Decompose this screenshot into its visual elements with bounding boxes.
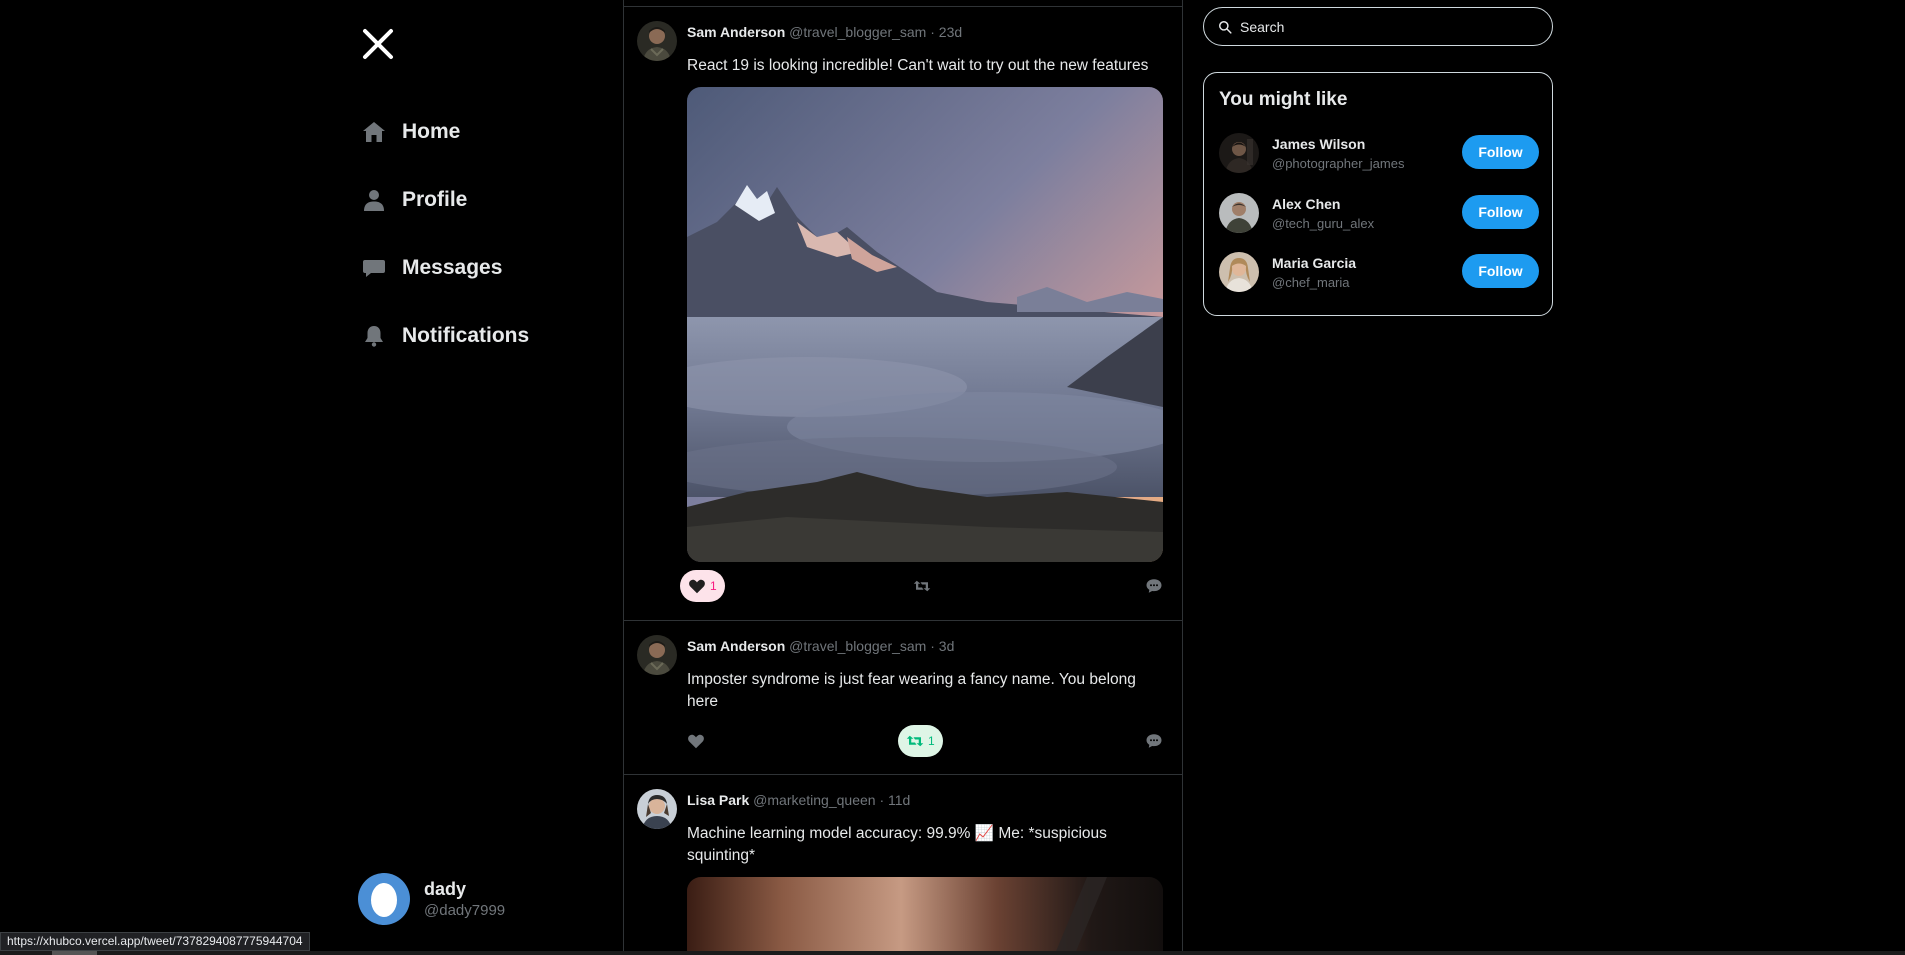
avatar: [358, 873, 410, 925]
like-button[interactable]: 1: [680, 570, 725, 602]
avatar[interactable]: [637, 21, 677, 61]
home-icon: [362, 117, 392, 147]
suggestion-item[interactable]: Maria Garcia @chef_maria Follow: [1219, 252, 1539, 296]
nav-label: Home: [402, 120, 461, 143]
suggestion-handle: @chef_maria: [1272, 275, 1350, 290]
retweet-button[interactable]: 1: [898, 725, 943, 757]
heart-icon: [688, 734, 704, 749]
separator: ·: [879, 792, 885, 808]
x-logo-icon[interactable]: [360, 26, 396, 62]
user-icon: [362, 185, 392, 215]
tweet-actions: 1: [680, 725, 1170, 757]
avatar[interactable]: [1219, 133, 1259, 173]
follow-button[interactable]: Follow: [1462, 195, 1539, 229]
left-sidebar: Home Profile Messages Notifications dady: [0, 0, 623, 955]
author-name[interactable]: Sam Anderson: [687, 24, 785, 40]
account-name: dady: [424, 879, 467, 899]
nav-item-notifications[interactable]: Notifications: [362, 302, 529, 370]
nav-label: Profile: [402, 188, 468, 211]
scrollbar-thumb[interactable]: [52, 951, 97, 955]
suggestion-handle: @tech_guru_alex: [1272, 216, 1375, 231]
tweet-card[interactable]: Sam Anderson @travel_blogger_sam · 3d Im…: [624, 621, 1182, 775]
avatar[interactable]: [1219, 193, 1259, 233]
suggestion-handle: @photographer_james: [1272, 156, 1405, 171]
tweet-image[interactable]: [687, 87, 1163, 562]
nav-label: Messages: [402, 256, 503, 279]
avatar[interactable]: [637, 789, 677, 829]
separator: ·: [930, 638, 935, 654]
timestamp[interactable]: 11d: [888, 792, 910, 808]
suggestion-name[interactable]: James Wilson: [1272, 136, 1365, 152]
tweet-text: Machine learning model accuracy: 99.9% 📈…: [687, 825, 1107, 864]
retweet-button[interactable]: [906, 570, 938, 602]
timestamp[interactable]: 23d: [939, 24, 962, 40]
comment-icon: [1146, 579, 1162, 593]
retweet-icon: [906, 735, 924, 747]
tweet-actions: 1: [680, 570, 1170, 602]
search-input[interactable]: [1238, 17, 1538, 36]
author-handle: @marketing_queen: [753, 792, 876, 808]
nav-item-profile[interactable]: Profile: [362, 166, 529, 234]
like-button[interactable]: [680, 725, 712, 757]
suggestion-item[interactable]: Alex Chen @tech_guru_alex Follow: [1219, 193, 1539, 237]
timestamp[interactable]: 3d: [939, 638, 955, 654]
nav-item-home[interactable]: Home: [362, 98, 529, 166]
panel-title: You might like: [1219, 89, 1348, 110]
tweet-text: React 19 is looking incredible! Can't wa…: [687, 57, 1149, 74]
timeline-feed: Sam Anderson @travel_blogger_sam · 23d R…: [623, 0, 1183, 955]
author-name[interactable]: Sam Anderson: [687, 638, 785, 654]
nav-label: Notifications: [402, 324, 530, 347]
search-bar[interactable]: [1203, 7, 1553, 46]
horizontal-scrollbar[interactable]: [0, 951, 1905, 955]
account-handle: @dady7999: [424, 902, 506, 919]
like-count: 1: [710, 579, 717, 593]
reply-button[interactable]: [1138, 725, 1170, 757]
avatar[interactable]: [637, 635, 677, 675]
suggestion-name[interactable]: Maria Garcia: [1272, 255, 1356, 271]
tweet-image[interactable]: [687, 877, 1163, 955]
bell-icon: [362, 321, 392, 351]
nav-item-messages[interactable]: Messages: [362, 234, 529, 302]
comment-icon: [1146, 734, 1162, 748]
account-switcher[interactable]: dady @dady7999: [358, 873, 505, 925]
main-nav: Home Profile Messages Notifications: [362, 98, 529, 370]
heart-icon: [689, 579, 705, 594]
retweet-count: 1: [928, 734, 935, 748]
reply-button[interactable]: [1138, 570, 1170, 602]
avatar[interactable]: [1219, 252, 1259, 292]
suggestion-name[interactable]: Alex Chen: [1272, 196, 1340, 212]
author-handle: @travel_blogger_sam: [789, 24, 927, 40]
suggestion-item[interactable]: James Wilson @photographer_james Follow: [1219, 133, 1539, 177]
who-to-follow-panel: You might like James Wilson @photographe…: [1203, 72, 1553, 316]
author-name[interactable]: Lisa Park: [687, 792, 749, 808]
follow-button[interactable]: Follow: [1462, 135, 1539, 169]
status-url-preview: https://xhubco.vercel.app/tweet/73782940…: [0, 932, 310, 951]
separator: ·: [930, 24, 935, 40]
tweet-card[interactable]: Sam Anderson @travel_blogger_sam · 23d R…: [624, 7, 1182, 621]
message-icon: [362, 253, 392, 283]
tweet-text: Imposter syndrome is just fear wearing a…: [687, 671, 1136, 710]
search-icon: [1219, 20, 1232, 34]
author-handle: @travel_blogger_sam: [789, 638, 927, 654]
follow-button[interactable]: Follow: [1462, 254, 1539, 288]
retweet-icon: [913, 580, 931, 592]
tweet-card[interactable]: Lisa Park @marketing_queen · 11d Machine…: [624, 775, 1182, 955]
